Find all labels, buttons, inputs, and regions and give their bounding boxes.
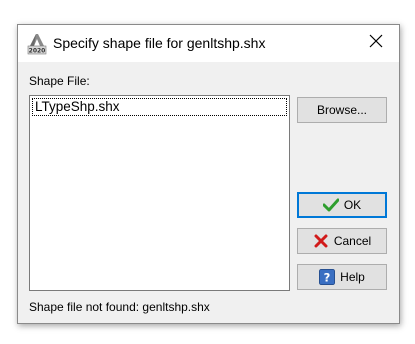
shape-file-listbox[interactable]: LTypeShp.shx [29, 95, 290, 291]
autocad-2020-icon: 2020 [27, 33, 47, 55]
dialog-title: Specify shape file for genltshp.shx [53, 35, 266, 51]
svg-text:2020: 2020 [29, 48, 46, 55]
ok-button[interactable]: OK [297, 192, 387, 218]
red-x-icon [313, 233, 329, 249]
shape-file-label: Shape File: [29, 74, 90, 88]
help-button-label: Help [340, 270, 365, 284]
browse-button-label: Browse... [316, 103, 367, 117]
cancel-button[interactable]: Cancel [297, 228, 387, 254]
question-mark-icon: ? [319, 269, 336, 285]
help-button[interactable]: ? Help [297, 264, 387, 290]
title-bar[interactable]: 2020 Specify shape file for genltshp.shx [18, 25, 399, 62]
shape-file-dialog: 2020 Specify shape file for genltshp.shx… [17, 24, 400, 324]
svg-text:?: ? [324, 270, 331, 284]
browse-button[interactable]: Browse... [297, 97, 387, 123]
list-item[interactable]: LTypeShp.shx [32, 98, 287, 116]
checkmark-icon [322, 197, 339, 213]
close-button[interactable] [353, 25, 399, 62]
cancel-button-label: Cancel [333, 234, 372, 248]
status-message: Shape file not found: genltshp.shx [29, 300, 210, 314]
ok-button-label: OK [343, 198, 362, 212]
close-icon [369, 34, 383, 53]
